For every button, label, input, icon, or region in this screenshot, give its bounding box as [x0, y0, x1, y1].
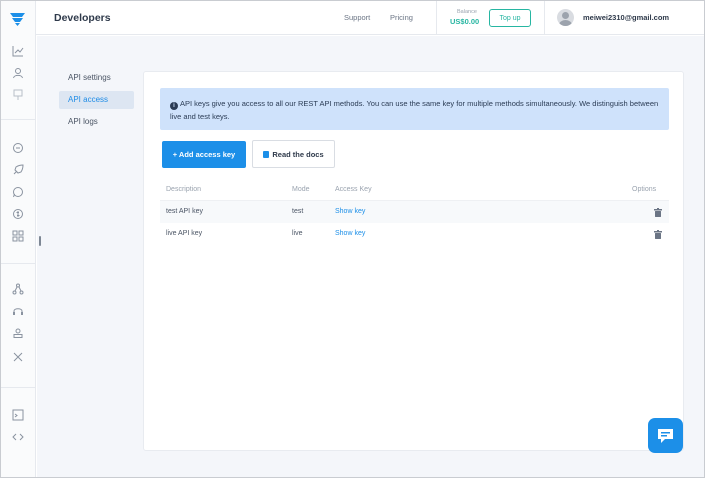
trash-icon[interactable] [654, 230, 662, 239]
row-description: test API key [166, 208, 203, 215]
main-content: API settings API access API logs i API ke… [37, 36, 704, 477]
info-banner: i API keys give you access to all our RES… [160, 88, 669, 130]
book-icon [263, 150, 270, 158]
subnav-item-api-logs[interactable]: API logs [59, 113, 134, 131]
balance-value: US$0.00 [450, 17, 480, 26]
balance-label: Balance [457, 9, 477, 15]
left-sidebar [1, 1, 36, 477]
col-mode: Mode [292, 186, 310, 193]
topbar-divider [436, 1, 437, 35]
read-docs-button[interactable]: Read the docs [252, 140, 335, 168]
pin-icon[interactable] [12, 89, 24, 101]
rocket-icon[interactable] [12, 164, 24, 176]
sidebar-divider [1, 119, 36, 120]
page-title: Developers [54, 12, 111, 24]
scroll-marker [39, 236, 41, 246]
chat-bubble-icon[interactable] [12, 142, 24, 154]
tools-icon[interactable] [12, 351, 24, 363]
row-mode: test [292, 208, 304, 215]
table-header: Description Mode Access Key Options [160, 179, 669, 201]
dollar-icon[interactable] [12, 208, 24, 220]
terminal-icon[interactable] [12, 409, 24, 421]
avatar[interactable] [557, 9, 574, 26]
read-docs-label: Read the docs [272, 149, 324, 159]
logo-icon[interactable] [9, 10, 27, 28]
table-row: test API key test Show key [160, 201, 669, 223]
chart-icon[interactable] [12, 45, 24, 57]
apps-icon[interactable] [12, 230, 24, 242]
info-icon: i [170, 102, 178, 110]
add-access-key-button[interactable]: + Add access key [162, 141, 246, 168]
sidebar-divider [1, 263, 36, 264]
user-icon[interactable] [12, 67, 24, 79]
subnav-item-api-access[interactable]: API access [59, 91, 134, 109]
topbar-divider [544, 1, 545, 35]
subnav-item-api-settings[interactable]: API settings [59, 69, 134, 87]
row-mode: live [292, 230, 303, 237]
col-options: Options [632, 186, 657, 193]
row-description: live API key [166, 230, 203, 237]
trash-icon[interactable] [654, 208, 662, 217]
show-key-link[interactable]: Show key [335, 223, 365, 245]
col-access-key: Access Key [335, 186, 372, 193]
top-up-button[interactable]: Top up [489, 9, 531, 27]
table-row: live API key live Show key [160, 223, 669, 245]
top-bar: Developers Support Pricing Balance US$0.… [36, 1, 704, 35]
pricing-link[interactable]: Pricing [390, 13, 413, 22]
api-access-card: i API keys give you access to all our RES… [143, 71, 684, 451]
code-icon[interactable] [12, 431, 24, 443]
developer-subnav: API settings API access API logs [59, 69, 134, 135]
sidebar-divider [1, 387, 36, 388]
user-email[interactable]: meiwei2310@gmail.com [583, 13, 669, 22]
show-key-link[interactable]: Show key [335, 201, 365, 223]
api-keys-table: Description Mode Access Key Options test… [160, 179, 669, 245]
col-description: Description [166, 186, 202, 193]
chat-widget-button[interactable] [648, 418, 683, 453]
contact-icon[interactable] [12, 327, 24, 339]
whatsapp-icon[interactable] [12, 186, 24, 198]
chat-icon [658, 429, 673, 443]
info-text: API keys give you access to all our REST… [170, 99, 659, 121]
support-link[interactable]: Support [344, 13, 370, 22]
network-icon[interactable] [12, 283, 24, 295]
headset-icon[interactable] [12, 305, 24, 317]
